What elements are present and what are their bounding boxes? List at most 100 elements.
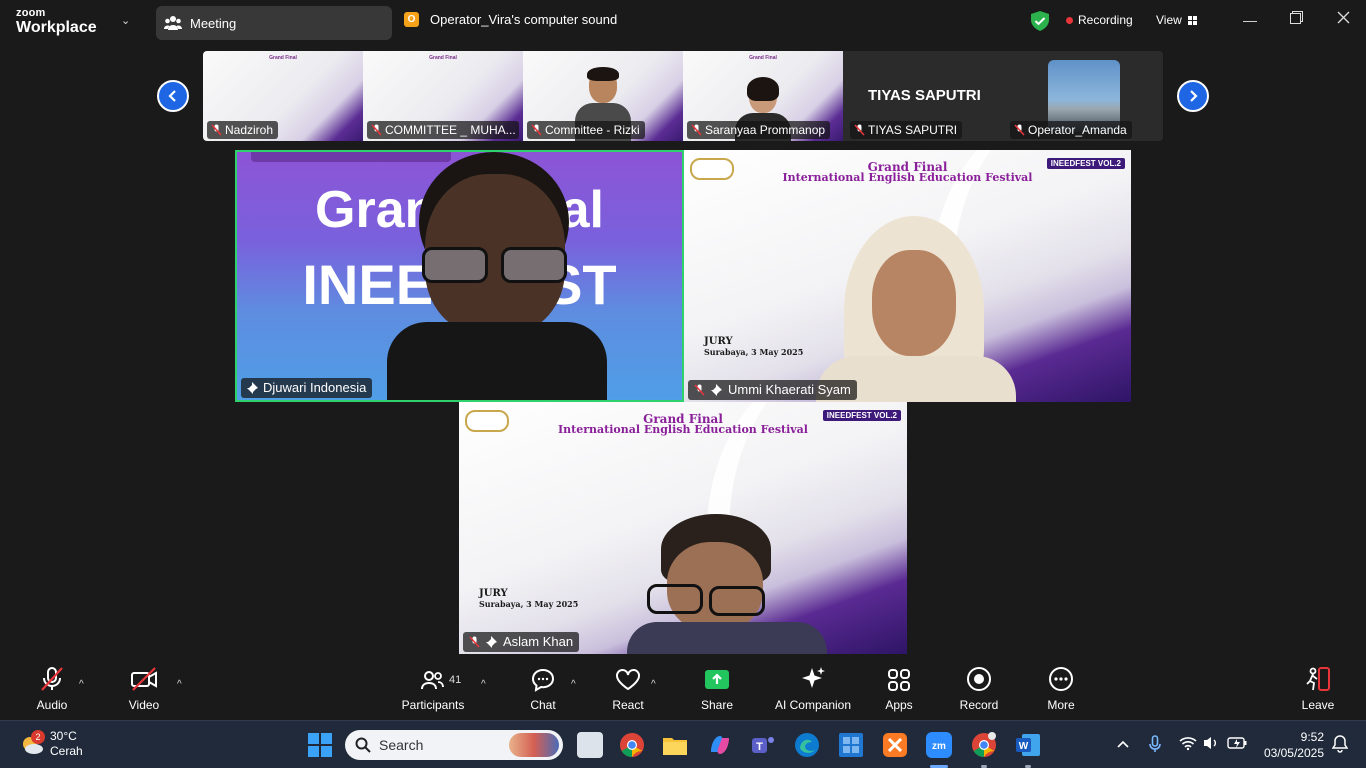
apps-label: Apps [885,698,913,712]
grid-view-icon [1187,15,1197,25]
view-button[interactable]: View [1156,13,1197,27]
battery-icon[interactable] [1227,736,1247,753]
zoom-workplace-logo[interactable]: zoom Workplace [16,8,97,36]
notification-bell-icon[interactable] [1331,735,1349,756]
more-button[interactable]: More [1044,660,1078,720]
apps-button[interactable]: Apps [882,660,916,720]
participant-name: TIYAS SAPUTRI [868,123,958,137]
taskbar-search-box[interactable]: Search [345,730,563,760]
leave-button[interactable]: Leave [1300,660,1336,720]
participant-name-tag: Operator_Amanda [1010,121,1132,139]
video-label: Video [128,698,160,712]
task-view-icon[interactable] [577,732,603,758]
video-button[interactable]: Video [126,660,162,720]
video-options-caret-icon[interactable]: ^ [177,679,182,690]
participants-options-caret-icon[interactable]: ^ [481,679,486,690]
participant-name: Committee - Rizki [545,123,640,137]
participant-thumbnail[interactable]: Grand Final COMMITTEE _ MUHA... [363,51,523,141]
record-button[interactable]: Record [958,660,1000,720]
share-button[interactable]: Share [698,660,736,720]
chat-icon [531,668,555,692]
chrome-icon[interactable] [619,732,645,758]
meeting-people-icon [164,14,182,32]
participants-count: 41 [449,674,462,686]
participant-name-tag: Aslam Khan [463,632,580,652]
ai-companion-label: AI Companion [774,698,852,712]
react-options-caret-icon[interactable]: ^ [651,679,656,690]
close-icon[interactable] [1337,11,1350,27]
chevron-up-icon[interactable] [1116,737,1130,752]
svg-text:T: T [756,741,763,753]
edge-icon[interactable] [794,732,820,758]
weather-widget[interactable]: 2 30°C Cerah [20,729,83,759]
windows-start-icon[interactable] [307,732,333,758]
participant-thumbnail[interactable]: Grand Final Nadziroh [203,51,363,141]
chat-label: Chat [530,698,556,712]
next-page-button[interactable] [1177,80,1209,112]
previous-page-button[interactable] [157,80,189,112]
participant-name-tag: Djuwari Indonesia [241,378,373,398]
react-label: React [612,698,644,712]
pin-icon [711,384,722,396]
copilot-icon[interactable] [707,732,733,758]
shield-check-icon[interactable] [1031,11,1049,36]
participant-name: Operator_Amanda [1028,123,1127,137]
xampp-icon[interactable] [882,732,908,758]
teams-icon[interactable]: T [750,732,776,758]
participant-name: Nadziroh [225,123,274,137]
video-tile-active-speaker[interactable]: Grand Final INEEDFEST 2 Djuwari Indonesi… [235,150,684,402]
share-screen-icon [705,670,729,689]
weather-badge: 2 [31,730,45,744]
chevron-down-icon[interactable]: ⌄ [121,14,130,27]
chat-options-caret-icon[interactable]: ^ [571,679,576,690]
restore-icon[interactable] [1290,11,1303,27]
minimize-icon[interactable]: — [1243,12,1257,28]
system-clock[interactable]: 9:52 03/05/2025 [1258,729,1324,761]
festival-badge: INEEDFEST VOL.2 [822,410,901,421]
leave-label: Leave [1301,698,1335,712]
view-label: View [1156,13,1182,27]
tab-computer-sound[interactable]: O Operator_Vira's computer sound [404,12,617,27]
mic-off-icon [854,124,865,136]
chrome-profile-icon[interactable] [971,732,997,758]
search-placeholder: Search [379,737,424,753]
chat-button[interactable]: Chat [526,660,560,720]
microphone-icon[interactable] [1149,735,1161,756]
svg-text:zm: zm [932,741,946,752]
tab-meeting[interactable]: Meeting [156,6,392,40]
chevron-left-icon [168,90,176,102]
microsoft-store-icon[interactable] [838,732,864,758]
slide-subtitle: International English Education Festival [782,171,1033,184]
video-tile[interactable]: Grand Final International English Educat… [684,150,1131,402]
file-explorer-icon[interactable] [662,732,688,758]
apps-icon [888,669,910,691]
react-button[interactable]: React [610,660,646,720]
wifi-icon[interactable] [1179,735,1197,754]
audio-button[interactable]: Audio [34,660,70,720]
audio-options-caret-icon[interactable]: ^ [79,679,84,690]
record-label: Record [959,698,999,712]
zoom-app-icon[interactable]: zm [926,732,952,758]
participants-button[interactable]: Participants [398,660,468,720]
mic-off-icon [1014,124,1025,136]
clock-date: 03/05/2025 [1263,746,1324,760]
brand-bottom: Workplace [16,19,97,36]
participant-thumbnail[interactable]: Operator_Amanda [1006,51,1163,141]
participant-thumbnail[interactable]: Grand Final Saranyaa Prommanop [683,51,843,141]
word-icon[interactable]: W [1015,732,1041,758]
participant-thumbnail[interactable]: Committee - Rizki [523,51,683,141]
mic-off-icon [694,384,705,396]
participant-name-tag: Ummi Khaerati Syam [688,380,857,400]
weather-temp: 30°C [50,729,77,743]
pin-icon [486,636,497,648]
slide-jury-label: JURY Surabaya, 3 May 2025 [479,588,579,609]
participant-name: Aslam Khan [503,634,574,649]
recording-indicator[interactable]: Recording [1066,13,1133,27]
video-tile[interactable]: Grand Final International English Educat… [459,402,907,654]
clock-time: 9:52 [1300,730,1324,744]
ai-companion-button[interactable]: AI Companion [772,660,854,720]
participant-name-tag: Nadziroh [207,121,279,139]
participant-thumbnail[interactable]: TIYAS SAPUTRI TIYAS SAPUTRI [846,51,1006,141]
volume-icon[interactable] [1203,735,1219,754]
mic-off-icon [211,124,222,136]
